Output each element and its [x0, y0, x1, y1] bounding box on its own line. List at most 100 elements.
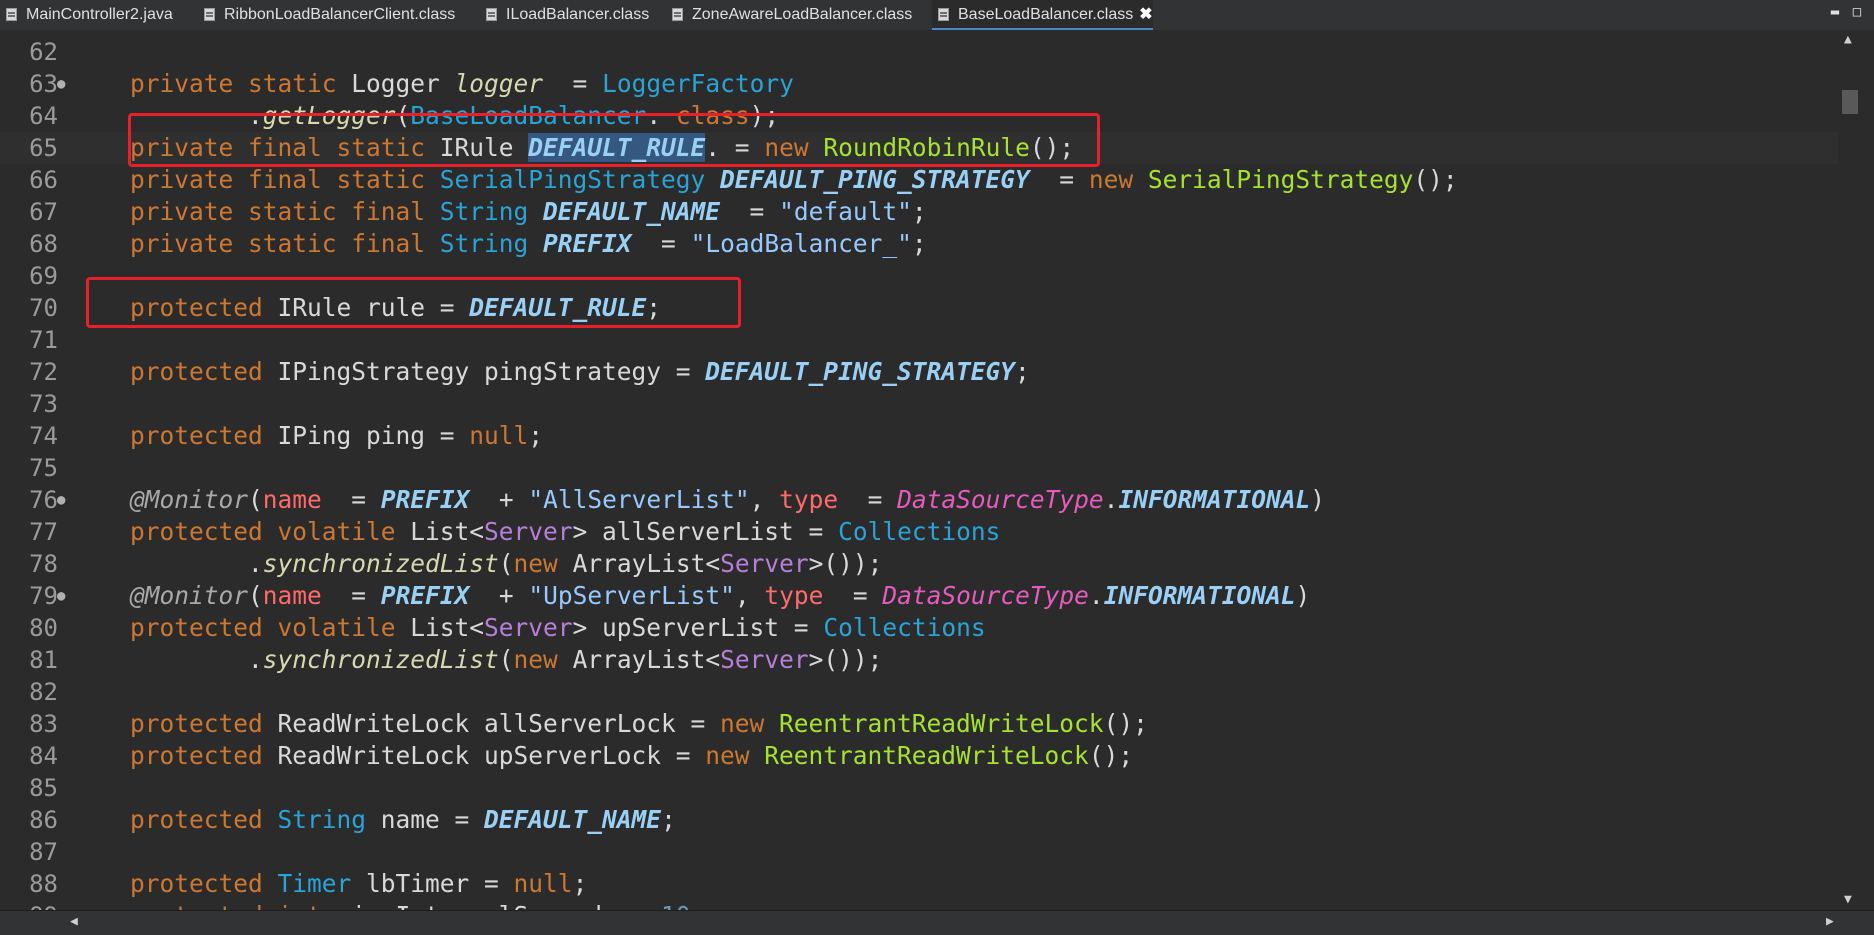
fold-marker-icon[interactable]: ●	[57, 68, 65, 100]
code-token: DEFAULT_NAME	[543, 197, 721, 226]
code-text: protected String name = DEFAULT_NAME;	[130, 804, 676, 836]
code-token: DataSourceType	[882, 581, 1089, 610]
line-number: 83	[29, 710, 58, 738]
code-token: =	[823, 581, 883, 610]
code-line[interactable]: 76 ● @Monitor(name = PREFIX + "AllServerLi…	[0, 484, 1838, 516]
code-line[interactable]: 72 protected IPingStrategy pingStrategy =…	[0, 356, 1838, 388]
maximize-icon[interactable]: □	[1848, 2, 1866, 22]
close-tab-icon[interactable]: ✖	[1139, 0, 1152, 30]
code-line[interactable]: 84 protected ReadWriteLock upServerLock =…	[0, 740, 1838, 772]
code-token: ;	[911, 197, 927, 226]
tab-2[interactable]: ILoadBalancer.class	[480, 0, 649, 30]
code-token: .	[1088, 581, 1104, 610]
line-number: 89	[0, 900, 58, 910]
file-icon	[938, 8, 949, 21]
code-token: protected	[130, 869, 278, 898]
code-line[interactable]: 86 protected String name = DEFAULT_NAME;	[0, 804, 1838, 836]
code-text: protected int pingIntervalSeconds = 10;	[130, 900, 705, 910]
code-line[interactable]: 66 private final static SerialPingStrateg…	[0, 164, 1838, 196]
code-token: ;	[572, 869, 588, 898]
minimize-icon[interactable]: ▬	[1826, 2, 1844, 22]
code-text: protected ReadWriteLock upServerLock = n…	[130, 740, 1133, 772]
code-line[interactable]: 79 ● @Monitor(name = PREFIX + "UpServerLis…	[0, 580, 1838, 612]
tab-label: ILoadBalancer.class	[506, 6, 650, 23]
scroll-down-arrow-icon[interactable]: ▼	[1844, 892, 1852, 907]
tab-3[interactable]: ZoneAwareLoadBalancer.class	[666, 0, 912, 30]
code-line[interactable]: 71	[0, 324, 1838, 356]
horizontal-scrollbar[interactable]	[0, 910, 1874, 935]
code-token: INFORMATIONAL	[1118, 485, 1311, 514]
code-line[interactable]: 77 protected volatile List<Server> allSer…	[0, 516, 1838, 548]
code-token: private static final	[130, 197, 440, 226]
code-text: .synchronizedList(new ArrayList<Server>(…	[130, 644, 882, 676]
code-line[interactable]: 81 .synchronizedList(new ArrayList<Serve…	[0, 644, 1838, 676]
code-line[interactable]: 78 .synchronizedList(new ArrayList<Serve…	[0, 548, 1838, 580]
code-token: Collections	[838, 517, 1001, 546]
code-token: >());	[808, 645, 883, 674]
code-token: PREFIX	[543, 229, 632, 258]
code-line[interactable]: 88 protected Timer lbTimer = null;	[0, 868, 1838, 900]
line-number: 62	[29, 38, 58, 66]
line-number: 68	[29, 230, 58, 258]
fold-marker-icon[interactable]: ●	[57, 484, 65, 516]
editor-tab-bar: MainController2.java RibbonLoadBalancerCl…	[0, 0, 1874, 31]
code-line[interactable]: 83 protected ReadWriteLock allServerLock …	[0, 708, 1838, 740]
line-number: 88	[29, 870, 58, 898]
code-token: .	[1103, 485, 1119, 514]
line-number: 71	[29, 326, 58, 354]
code-token: DataSourceType	[897, 485, 1104, 514]
code-token: "LoadBalancer_"	[690, 229, 912, 258]
code-line[interactable]: 62	[0, 36, 1838, 68]
code-token: .	[130, 549, 263, 578]
code-line[interactable]: 87	[0, 836, 1838, 868]
code-line[interactable]: 85	[0, 772, 1838, 804]
code-token: 10	[661, 901, 691, 910]
code-line[interactable]: 82	[0, 676, 1838, 708]
code-token: IPing ping =	[277, 421, 470, 450]
code-line[interactable]: 63 ● private static Logger logger = Logger…	[0, 68, 1838, 100]
line-number: 81	[29, 646, 58, 674]
code-line[interactable]: 74 protected IPing ping = null;	[0, 420, 1838, 452]
vertical-scrollbar[interactable]	[1838, 30, 1874, 910]
scroll-up-arrow-icon[interactable]: ▲	[1844, 32, 1852, 47]
line-number: 86	[29, 806, 58, 834]
code-token: ;	[528, 421, 544, 450]
code-token: ;	[1015, 357, 1030, 386]
code-token: Logger	[351, 69, 455, 98]
line-number: 65	[29, 134, 58, 162]
line-number: 87	[29, 838, 58, 866]
line-number: 82	[29, 678, 58, 706]
code-token: private final static	[130, 165, 440, 194]
code-token: null	[513, 869, 573, 898]
code-token: new	[720, 709, 780, 738]
line-number: 69	[29, 262, 58, 290]
tab-1[interactable]: RibbonLoadBalancerClient.class	[198, 0, 455, 30]
code-line[interactable]: 67 private static final String DEFAULT_NA…	[0, 196, 1838, 228]
file-icon	[672, 8, 683, 21]
code-token: SerialPingStrategy	[439, 165, 721, 194]
code-token: > allServerList =	[572, 517, 839, 546]
line-number: 74	[29, 422, 58, 450]
highlight-box-default-rule	[128, 113, 1100, 167]
scroll-thumb[interactable]	[1842, 90, 1858, 114]
code-token: PREFIX	[380, 485, 470, 514]
tab-4[interactable]: BaseLoadBalancer.class ✖	[932, 0, 1153, 30]
code-token: type	[779, 485, 839, 514]
code-token: ReentrantReadWriteLock	[779, 709, 1104, 738]
code-token: new	[513, 645, 573, 674]
code-text: protected IPing ping = null;	[130, 420, 543, 452]
code-line[interactable]: 80 protected volatile List<Server> upServ…	[0, 612, 1838, 644]
tab-0[interactable]: MainController2.java	[0, 0, 173, 30]
code-line[interactable]: 89 protected int pingIntervalSeconds = 10…	[0, 900, 1838, 910]
code-text: protected volatile List<Server> upServer…	[130, 612, 986, 644]
code-token: protected int	[130, 901, 337, 910]
code-line[interactable]: 68 private static final String PREFIX = "…	[0, 228, 1838, 260]
code-line[interactable]: 75	[0, 452, 1838, 484]
fold-marker-icon[interactable]: ●	[57, 580, 65, 612]
code-token: protected	[130, 709, 278, 738]
scroll-right-arrow-icon[interactable]: ▶	[1826, 914, 1834, 929]
code-line[interactable]: 73	[0, 388, 1838, 420]
code-token: ReadWriteLock upServerLock =	[277, 741, 706, 770]
code-token: (	[248, 485, 263, 514]
scroll-left-arrow-icon[interactable]: ◀	[70, 914, 78, 929]
